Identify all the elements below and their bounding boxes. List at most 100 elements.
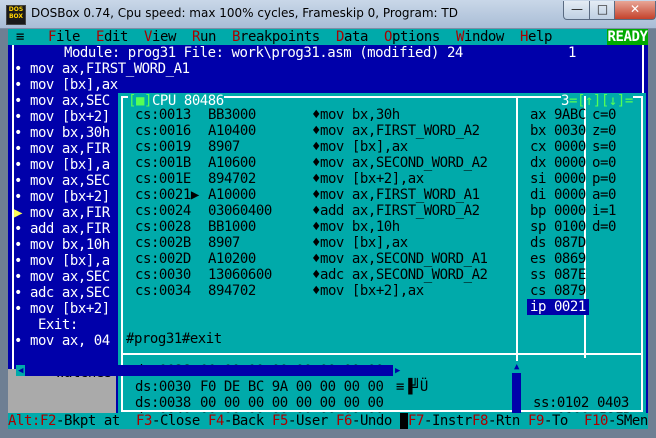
status-f5[interactable]: F5-User bbox=[272, 413, 328, 429]
source-line[interactable]: • mov ax,FIR bbox=[14, 141, 110, 157]
breakpoint-bullet-icon: • bbox=[14, 125, 30, 141]
disasm-address: cs:001E bbox=[135, 171, 191, 187]
disasm-instruction[interactable]: ♦mov [bx],ax bbox=[312, 235, 408, 251]
source-line[interactable]: • mov ax,SEC bbox=[14, 269, 110, 285]
menu-view[interactable]: View bbox=[144, 29, 176, 45]
system-menu-icon[interactable]: ≡ bbox=[16, 29, 24, 45]
menu-options[interactable]: Options bbox=[384, 29, 440, 45]
source-line[interactable]: • mov [bx+2] bbox=[14, 301, 110, 317]
status-f4[interactable]: F4-Back bbox=[208, 413, 264, 429]
source-line[interactable]: • mov [bx],a bbox=[14, 253, 110, 269]
module-window-title[interactable]: Module: prog31 File: work\prog31.asm (mo… bbox=[56, 45, 471, 61]
flag-d[interactable]: d=0 bbox=[592, 219, 616, 235]
disasm-bytes: A10400 bbox=[208, 123, 256, 139]
menu-file[interactable]: File bbox=[48, 29, 80, 45]
dump-bytes[interactable]: F0 DE BC 9A 00 00 00 00 bbox=[200, 379, 384, 395]
menu-help[interactable]: Help bbox=[520, 29, 552, 45]
status-key: F4 bbox=[208, 413, 224, 429]
menu-breakpoints-rest: reakpoints bbox=[239, 29, 320, 45]
current-line-arrow-icon: ▶ bbox=[14, 205, 30, 221]
dump-ascii: ≡▐╝Ü bbox=[396, 379, 428, 395]
flag-s[interactable]: s=0 bbox=[592, 139, 616, 155]
flag-p[interactable]: p=0 bbox=[592, 171, 616, 187]
register-ds[interactable]: ds 087D bbox=[527, 235, 589, 251]
register-value: 087E bbox=[553, 267, 586, 283]
disasm-instruction[interactable]: ♦mov [bx+2],ax bbox=[312, 171, 424, 187]
flag-a[interactable]: a=0 bbox=[592, 187, 616, 203]
status-f6[interactable]: F6-Undo bbox=[336, 413, 392, 429]
source-line[interactable]: Exit: bbox=[14, 317, 78, 333]
register-ax[interactable]: ax 9ABC bbox=[527, 107, 589, 123]
source-line[interactable]: • mov [bx],a bbox=[14, 157, 110, 173]
status-f10[interactable]: F10-SMenu bbox=[584, 413, 648, 429]
source-line[interactable]: • mov [bx+2] bbox=[14, 109, 110, 125]
register-bp[interactable]: bp 0000 bbox=[527, 203, 589, 219]
flag-z[interactable]: z=0 bbox=[592, 123, 616, 139]
disasm-instruction[interactable]: ♦mov ax,FIRST_WORD_A1 bbox=[312, 187, 480, 203]
register-sp[interactable]: sp 0100 bbox=[527, 219, 589, 235]
breakpoint-bullet-icon: • bbox=[14, 189, 30, 205]
menu-breakpoints[interactable]: Breakpoints bbox=[232, 29, 320, 45]
disasm-instruction[interactable]: ♦mov ax,SECOND_WORD_A2 bbox=[312, 155, 488, 171]
source-line[interactable]: • mov bx,10h bbox=[14, 237, 110, 253]
register-ss[interactable]: ss 087E bbox=[527, 267, 589, 283]
window-title: DOSBox 0.74, Cpu speed: max 100% cycles,… bbox=[31, 6, 458, 20]
source-line[interactable]: • mov [bx],ax bbox=[14, 77, 118, 93]
scroll-up-arrow-icon[interactable]: ▲ bbox=[512, 361, 521, 373]
register-cs[interactable]: cs 0879 bbox=[527, 283, 589, 299]
register-cx[interactable]: cx 0000 bbox=[527, 139, 589, 155]
register-es[interactable]: es 0869 bbox=[527, 251, 589, 267]
disasm-instruction[interactable]: ♦mov bx,10h bbox=[312, 219, 400, 235]
register-bx[interactable]: bx 0030 bbox=[527, 123, 589, 139]
cpu-dump-separator bbox=[121, 353, 643, 355]
disasm-instruction[interactable]: ♦add ax,FIRST_WORD_A2 bbox=[312, 203, 480, 219]
source-line[interactable]: • add ax,FIR bbox=[14, 221, 110, 237]
source-line[interactable]: • mov ax,SEC bbox=[14, 173, 110, 189]
minimize-button[interactable]: — bbox=[563, 1, 591, 20]
menu-run[interactable]: Run bbox=[192, 29, 216, 45]
status-f2[interactable]: F2-Bkpt at bbox=[40, 413, 120, 429]
status-key: F2 bbox=[40, 413, 56, 429]
flag-i[interactable]: i=1 bbox=[592, 203, 616, 219]
stack-value[interactable]: 0403 bbox=[597, 395, 629, 411]
source-line-text: mov ax, 04 bbox=[29, 333, 110, 349]
disasm-instruction[interactable]: ♦mov ax,SECOND_WORD_A1 bbox=[312, 251, 488, 267]
dump-bytes[interactable]: 00 00 00 00 00 00 00 00 bbox=[200, 395, 384, 411]
disasm-instruction[interactable]: ♦mov [bx],ax bbox=[312, 139, 408, 155]
source-line[interactable]: • mov ax,FIRST_WORD_A1 bbox=[14, 61, 190, 77]
close-button[interactable]: ✕ bbox=[614, 1, 656, 20]
source-line[interactable]: • mov ax, 04 bbox=[14, 333, 110, 349]
menu-window[interactable]: Window bbox=[456, 29, 504, 45]
menu-edit[interactable]: Edit bbox=[96, 29, 128, 45]
register-dx[interactable]: dx 0000 bbox=[527, 155, 589, 171]
register-name: di bbox=[530, 187, 554, 203]
disasm-bytes: 894702 bbox=[208, 283, 256, 299]
flag-c[interactable]: c=0 bbox=[592, 107, 616, 123]
status-label: -SMenu bbox=[607, 413, 648, 429]
register-si[interactable]: si 0000 bbox=[527, 171, 589, 187]
status-key: F8 bbox=[472, 413, 488, 429]
menu-data[interactable]: Data bbox=[336, 29, 368, 45]
source-line-text: mov ax,SEC bbox=[29, 93, 110, 109]
dump-horizontal-scrollbar[interactable]: ◀ ▶ bbox=[16, 365, 402, 376]
disasm-instruction[interactable]: ♦mov [bx+2],ax bbox=[312, 283, 424, 299]
flag-o[interactable]: o=0 bbox=[592, 155, 616, 171]
status-f7[interactable]: F7-Instr bbox=[408, 413, 472, 429]
disasm-instruction[interactable]: ♦mov ax,FIRST_WORD_A2 bbox=[312, 123, 480, 139]
register-ip[interactable]: ip 0021 bbox=[527, 299, 589, 315]
source-line[interactable]: ▶ mov ax,FIR bbox=[14, 205, 110, 221]
status-f3[interactable]: F3-Close bbox=[136, 413, 200, 429]
scroll-left-arrow-icon[interactable]: ◀ bbox=[16, 365, 25, 376]
disasm-instruction[interactable]: ♦mov bx,30h bbox=[312, 107, 400, 123]
register-di[interactable]: di 0000 bbox=[527, 187, 589, 203]
maximize-button[interactable]: □ bbox=[589, 1, 616, 20]
source-line[interactable]: • mov ax,SEC bbox=[14, 93, 110, 109]
status-f8[interactable]: F8-Rtn bbox=[472, 413, 520, 429]
source-line[interactable]: • adc ax,SEC bbox=[14, 285, 110, 301]
disasm-instruction[interactable]: ♦adc ax,SECOND_WORD_A2 bbox=[312, 267, 488, 283]
source-line[interactable]: • mov [bx+2] bbox=[14, 189, 110, 205]
scroll-right-arrow-icon[interactable]: ▶ bbox=[393, 365, 402, 376]
source-line[interactable]: • mov bx,30h bbox=[14, 125, 110, 141]
disasm-address: cs:0034 bbox=[135, 283, 191, 299]
status-f9[interactable]: F9-To bbox=[528, 413, 568, 429]
